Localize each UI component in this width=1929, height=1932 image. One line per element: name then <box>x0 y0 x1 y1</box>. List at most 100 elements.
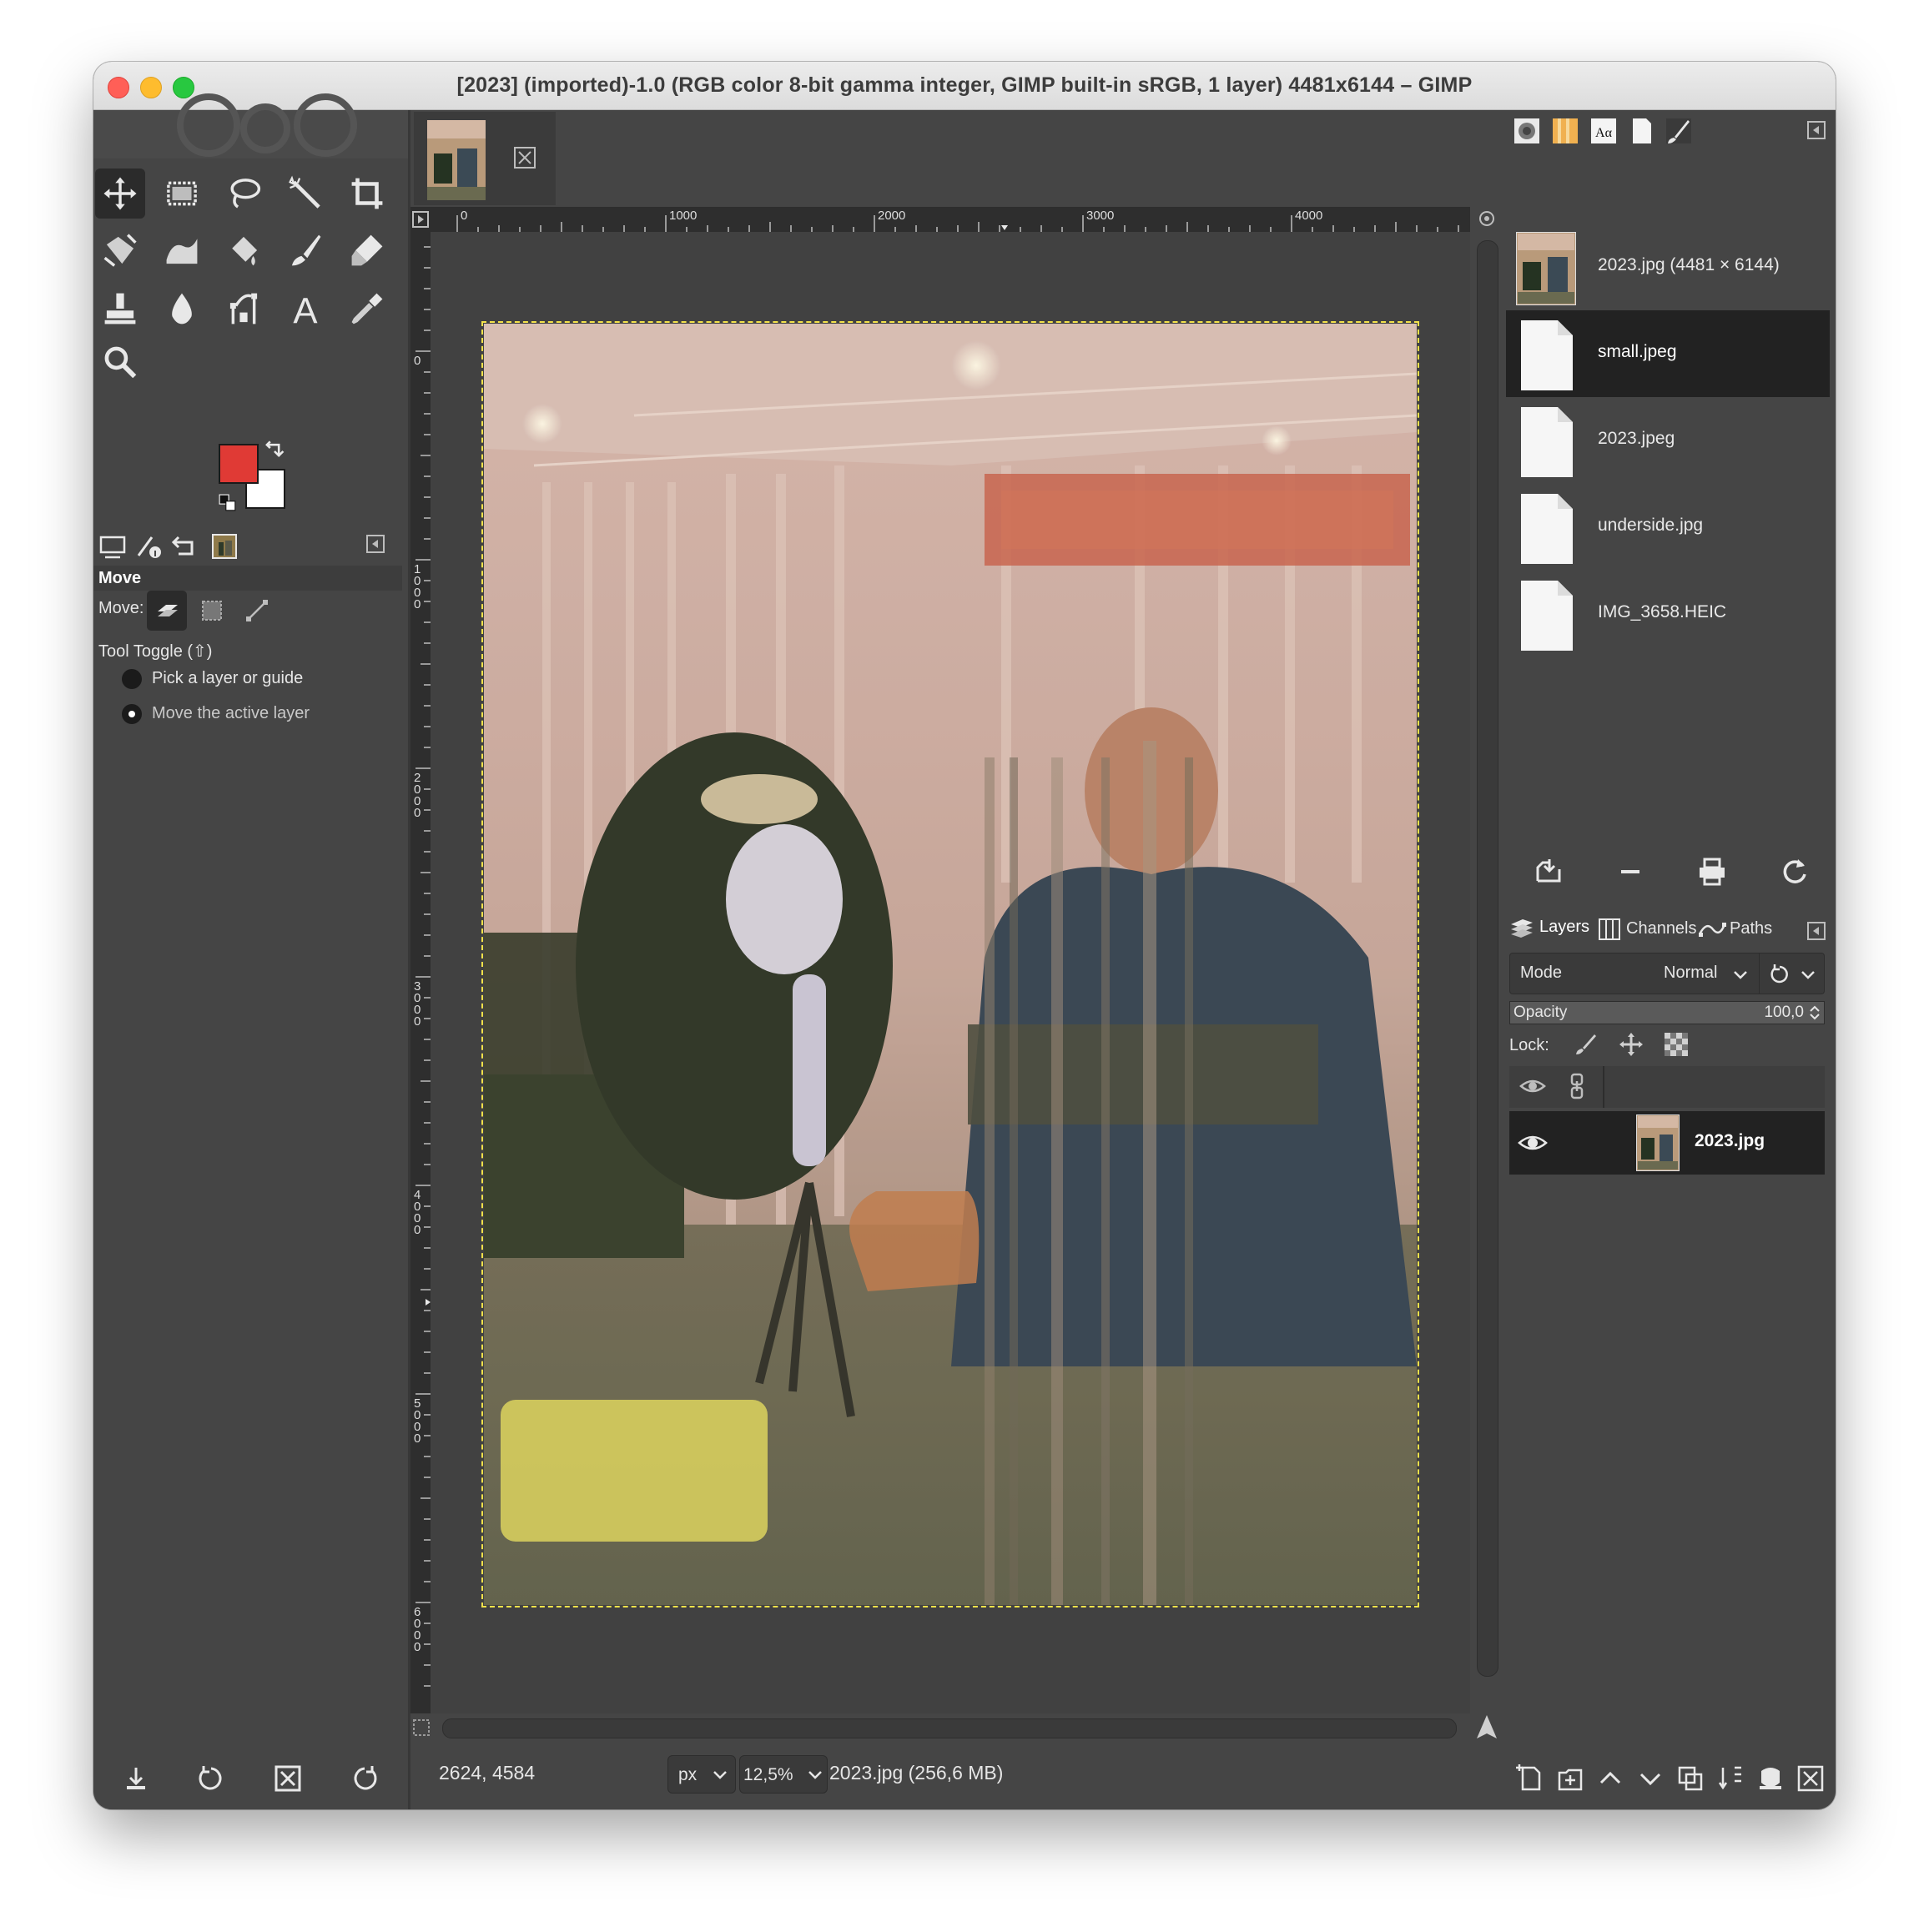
vertical-scroll-trough[interactable] <box>1477 240 1498 1677</box>
crop-tool-icon[interactable] <box>342 169 392 219</box>
pick-layer-label[interactable]: Pick a layer or guide <box>152 669 303 688</box>
restore-options-icon[interactable] <box>195 1763 227 1794</box>
unified-transform-tool-icon[interactable] <box>95 225 145 275</box>
lock-alpha-icon[interactable] <box>1663 1031 1690 1058</box>
lock-position-icon[interactable] <box>1618 1031 1644 1058</box>
image-list-item[interactable]: 2023.jpeg <box>1506 397 1830 484</box>
zoom-tool-icon[interactable] <box>95 337 145 387</box>
device-status-tab-icon[interactable] <box>135 532 164 561</box>
configure-layers-dock-icon[interactable] <box>1806 921 1826 941</box>
image-list-item[interactable]: small.jpeg <box>1506 310 1830 397</box>
move-active-layer-label[interactable]: Move the active layer <box>152 704 310 723</box>
delete-layer-icon[interactable] <box>1796 1764 1825 1793</box>
vertical-scrollbar[interactable] <box>1470 211 1503 1713</box>
ruler-h-label: 0 <box>461 209 468 223</box>
horizontal-scrollbar[interactable] <box>431 1713 1470 1742</box>
undo-history-tab-icon[interactable] <box>170 532 199 561</box>
open-image-icon[interactable] <box>1533 856 1564 888</box>
ruler-v-label: 5000 <box>414 1396 421 1446</box>
paint-dynamics-tab-icon[interactable] <box>1665 117 1693 145</box>
configure-tab-icon[interactable] <box>365 534 385 554</box>
chain-header-icon[interactable] <box>1568 1073 1586 1099</box>
duplicate-layer-icon[interactable] <box>1676 1764 1705 1793</box>
fonts-tab-icon[interactable]: Aα <box>1589 117 1618 145</box>
unit-select[interactable]: px <box>667 1755 736 1794</box>
move-layer-mode-button[interactable] <box>147 591 187 631</box>
canvas[interactable] <box>431 232 1470 1713</box>
horizontal-scroll-trough[interactable] <box>442 1718 1457 1738</box>
foreground-color-swatch[interactable] <box>219 444 259 484</box>
images-panel-actions <box>1506 849 1836 899</box>
lower-layer-icon[interactable] <box>1636 1764 1665 1793</box>
new-layer-group-icon[interactable] <box>1556 1764 1584 1793</box>
composite-mode-button[interactable] <box>1759 953 1825 994</box>
patterns-tab-icon[interactable] <box>1551 117 1579 145</box>
zoom-image-icon[interactable] <box>1477 209 1497 229</box>
lock-pixels-icon[interactable] <box>1573 1031 1599 1058</box>
layer-thumbnail <box>1636 1114 1680 1171</box>
rect-select-tool-icon[interactable] <box>157 169 207 219</box>
bucket-fill-tool-icon[interactable] <box>219 225 269 275</box>
horizontal-ruler[interactable]: 0 1000 2000 3000 4000 <box>431 207 1470 232</box>
visibility-header-icon[interactable] <box>1519 1076 1546 1096</box>
layer-name[interactable]: 2023.jpg <box>1695 1131 1765 1151</box>
move-selection-mode-button[interactable] <box>192 591 232 631</box>
layer-visibility-icon[interactable] <box>1518 1131 1548 1155</box>
brushes-tab-icon[interactable] <box>1513 117 1541 145</box>
pick-layer-radio[interactable] <box>122 669 142 689</box>
zoom-select[interactable]: 12,5% <box>739 1755 828 1794</box>
quick-mask-toggle-icon[interactable] <box>412 1718 431 1737</box>
opacity-value: 100,0 <box>1764 1004 1804 1021</box>
navigate-image-icon[interactable] <box>1472 1712 1502 1742</box>
swap-colors-icon[interactable] <box>264 440 285 462</box>
paintbrush-tool-icon[interactable] <box>280 225 330 275</box>
reset-options-icon[interactable] <box>349 1763 380 1794</box>
save-options-icon[interactable] <box>120 1763 152 1794</box>
clone-tool-icon[interactable] <box>95 284 145 334</box>
remove-image-icon[interactable] <box>1614 856 1646 888</box>
refresh-icon[interactable] <box>1778 856 1810 888</box>
color-picker-tool-icon[interactable] <box>342 284 392 334</box>
move-tool-icon[interactable] <box>95 169 145 219</box>
ruler-v-label: 0 <box>414 354 421 368</box>
layer-row[interactable]: 2023.jpg <box>1509 1111 1825 1175</box>
warp-transform-tool-icon[interactable] <box>157 225 207 275</box>
tool-options-tab-icon[interactable] <box>98 532 127 561</box>
documents-tab-icon[interactable] <box>1628 117 1656 145</box>
text-tool-icon[interactable]: A <box>280 284 330 334</box>
move-path-mode-button[interactable] <box>237 591 277 631</box>
merge-layer-icon[interactable] <box>1716 1764 1745 1793</box>
image-canvas[interactable] <box>481 321 1419 1607</box>
quick-mask-menu-button[interactable] <box>410 207 431 232</box>
image-name: underside.jpg <box>1598 516 1704 535</box>
photo-content <box>484 324 1417 1605</box>
image-list-item[interactable]: underside.jpg <box>1506 484 1830 571</box>
default-colors-icon[interactable] <box>219 494 237 512</box>
layers-dock-tabs: Layers Channels Paths <box>1506 909 1836 948</box>
document-icon <box>1521 320 1573 390</box>
delete-options-icon[interactable] <box>272 1763 304 1794</box>
paths-tool-icon[interactable] <box>219 284 269 334</box>
print-image-icon[interactable] <box>1696 856 1728 888</box>
wilber-drop-zone[interactable] <box>93 93 408 158</box>
image-list-item[interactable]: 2023.jpg (4481 × 6144) <box>1506 224 1830 310</box>
raise-layer-icon[interactable] <box>1596 1764 1624 1793</box>
mode-select[interactable]: Normal <box>1652 953 1752 994</box>
add-mask-icon[interactable] <box>1756 1764 1785 1793</box>
spin-arrows-icon[interactable] <box>1809 1005 1821 1020</box>
image-list-item[interactable]: IMG_3658.HEIC <box>1506 571 1830 657</box>
configure-dock-icon[interactable] <box>1806 120 1826 140</box>
free-select-tool-icon[interactable] <box>219 169 269 219</box>
images-tab-icon[interactable] <box>210 532 239 561</box>
move-active-layer-radio[interactable] <box>122 704 142 724</box>
eraser-tool-icon[interactable] <box>342 225 392 275</box>
layers-actions-bar <box>1506 1749 1836 1809</box>
fuzzy-select-tool-icon[interactable] <box>280 169 330 219</box>
new-layer-icon[interactable] <box>1516 1764 1544 1793</box>
blur-tool-icon[interactable] <box>157 284 207 334</box>
image-tab[interactable] <box>414 112 556 205</box>
vertical-ruler[interactable]: 0 1000 2000 3000 4000 5000 6000 <box>410 232 431 1713</box>
close-image-tab-icon[interactable] <box>512 145 537 170</box>
image-name: 2023.jpg (4481 × 6144) <box>1598 255 1780 274</box>
opacity-slider[interactable]: Opacity 100,0 <box>1509 1001 1825 1024</box>
